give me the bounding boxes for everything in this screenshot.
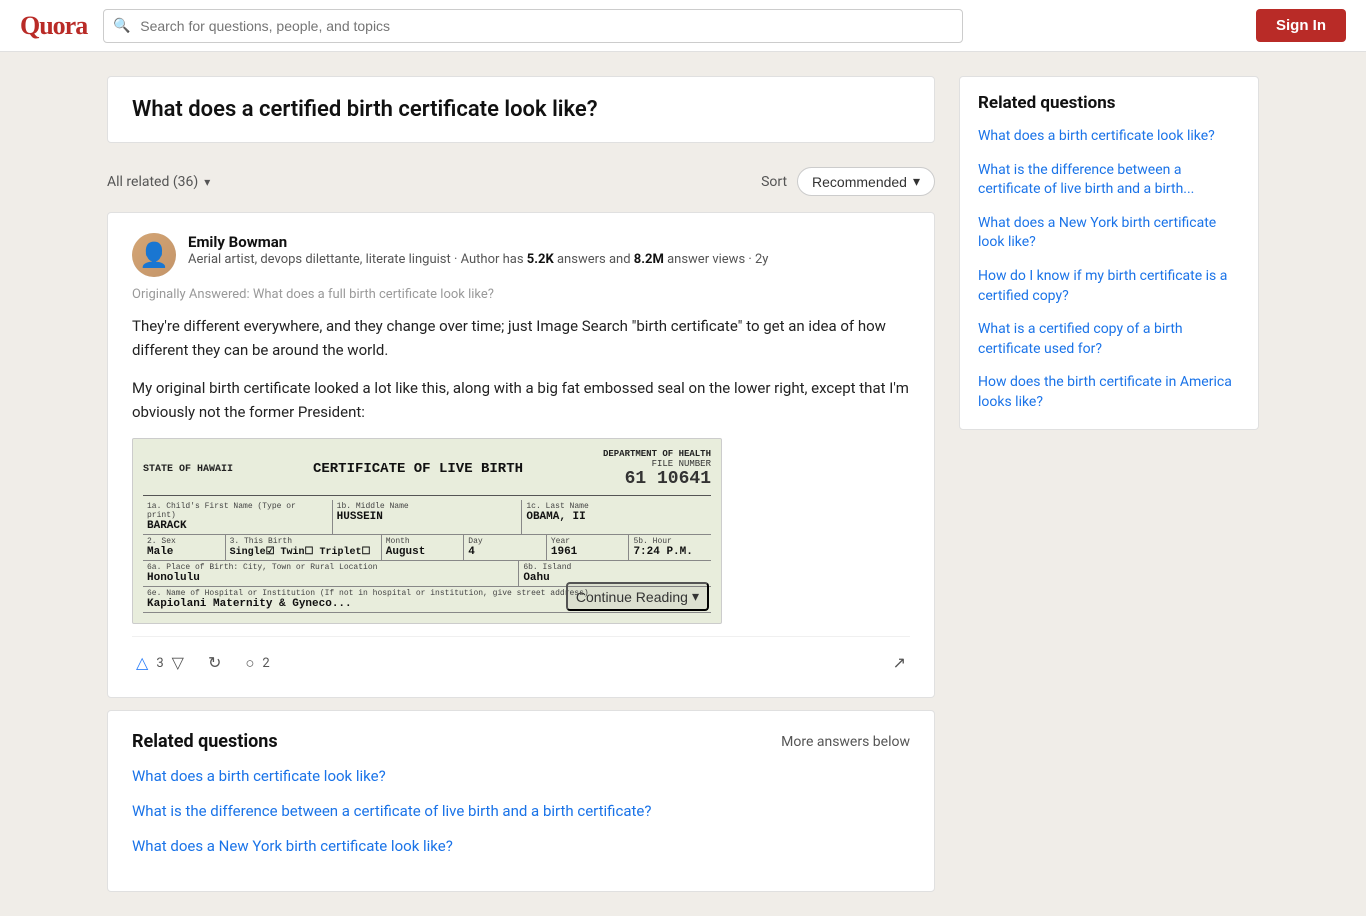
comment-count: 2	[262, 656, 269, 671]
filter-bar: All related (36) ▾ Sort Recommended ▾	[107, 155, 935, 208]
avatar	[132, 233, 176, 277]
author-bio: Aerial artist, devops dilettante, litera…	[188, 251, 910, 269]
sidebar-link-6[interactable]: How does the birth certificate in Americ…	[978, 373, 1240, 412]
cert-cell-city: 6a. Place of Birth: City, Town or Rural …	[143, 561, 519, 586]
recommended-label: Recommended	[812, 174, 907, 190]
related-inline-title: Related questions	[132, 731, 278, 752]
upvote-group: 3	[132, 649, 188, 677]
header: Quora 🔍 Sign In	[0, 0, 1366, 52]
search-bar-container: 🔍	[103, 9, 963, 43]
downvote-icon	[172, 653, 184, 673]
author-name[interactable]: Emily Bowman	[188, 233, 910, 251]
all-related-label[interactable]: All related (36)	[107, 174, 198, 190]
cert-dept-block: DEPARTMENT OF HEALTH FILE NUMBER 61 1064…	[603, 449, 711, 489]
sidebar: Related questions What does a birth cert…	[959, 76, 1259, 892]
repost-group	[204, 649, 225, 677]
sidebar-link-3[interactable]: What does a New York birth certificate l…	[978, 214, 1240, 253]
answer-count: 5.2K	[527, 252, 554, 267]
upvote-icon	[136, 653, 148, 673]
upvote-button[interactable]	[132, 649, 152, 677]
recommended-sort-button[interactable]: Recommended ▾	[797, 167, 935, 196]
related-inline-card: Related questions More answers below Wha…	[107, 710, 935, 892]
sort-label: Sort	[761, 174, 787, 190]
answer-text-1: They're different everywhere, and they c…	[132, 314, 910, 362]
chevron-down-icon: ▾	[913, 173, 920, 190]
continue-reading-button[interactable]: Continue Reading ▾	[566, 582, 709, 611]
comment-icon	[245, 655, 254, 672]
sidebar-link-4[interactable]: How do I know if my birth certificate is…	[978, 267, 1240, 306]
cert-cell-year: Year 1961	[547, 535, 630, 560]
cert-cell-day: Day 4	[464, 535, 547, 560]
cert-state: STATE OF HAWAII	[143, 464, 233, 475]
cert-cell-firstname: 1a. Child's First Name (Type or print) B…	[143, 500, 333, 534]
share-button[interactable]	[889, 649, 910, 677]
comment-button[interactable]	[241, 651, 258, 676]
question-box: What does a certified birth certificate …	[107, 76, 935, 143]
header-right: Sign In	[1256, 9, 1346, 42]
cert-row-2: 2. Sex Male 3. This Birth Single☑ Twin☐ …	[143, 535, 711, 561]
related-inline-link-2[interactable]: What is the difference between a certifi…	[132, 801, 910, 822]
author-info: Emily Bowman Aerial artist, devops dilet…	[188, 233, 910, 269]
cert-dept: DEPARTMENT OF HEALTH	[603, 449, 711, 459]
related-inline-link-3[interactable]: What does a New York birth certificate l…	[132, 836, 910, 857]
quora-logo: Quora	[20, 11, 87, 41]
search-input[interactable]	[103, 9, 963, 43]
views-count: 8.2M	[634, 252, 664, 267]
upvote-count: 3	[156, 656, 163, 671]
sidebar-heading: Related questions	[978, 93, 1240, 113]
question-title: What does a certified birth certificate …	[132, 97, 910, 122]
filter-right: Sort Recommended ▾	[761, 167, 935, 196]
sidebar-link-2[interactable]: What is the difference between a certifi…	[978, 161, 1240, 200]
related-inline-link-1[interactable]: What does a birth certificate look like?	[132, 766, 910, 787]
birth-certificate-image: STATE OF HAWAII CERTIFICATE OF LIVE BIRT…	[132, 438, 722, 624]
sign-in-button[interactable]: Sign In	[1256, 9, 1346, 42]
share-icon	[893, 653, 906, 673]
downvote-button[interactable]	[168, 649, 188, 677]
chevron-down-icon: ▾	[204, 175, 210, 189]
sidebar-card: Related questions What does a birth cert…	[959, 76, 1259, 430]
cert-cell-month: Month August	[382, 535, 465, 560]
cert-title-block: CERTIFICATE OF LIVE BIRTH	[233, 461, 603, 477]
repost-button[interactable]	[204, 649, 225, 677]
answer-text-2: My original birth certificate looked a l…	[132, 376, 910, 424]
author-row: Emily Bowman Aerial artist, devops dilet…	[132, 233, 910, 277]
cert-file-label: FILE NUMBER 61 10641	[603, 459, 711, 489]
chevron-down-icon: ▾	[692, 588, 699, 605]
cert-cell-middlename: 1b. Middle Name HUSSEIN	[333, 500, 523, 534]
repost-icon	[208, 653, 221, 673]
comment-group: 2	[241, 651, 269, 676]
more-answers-label: More answers below	[781, 734, 910, 750]
cert-cell-lastname: 1c. Last Name OBAMA, II	[522, 500, 711, 534]
cert-cell-sex: 2. Sex Male	[143, 535, 226, 560]
related-inline-header: Related questions More answers below	[132, 731, 910, 752]
search-icon: 🔍	[113, 18, 130, 34]
filter-left: All related (36) ▾	[107, 174, 210, 190]
cert-cell-hour: 5b. Hour 7:24 P.M.	[629, 535, 711, 560]
answer-card: Emily Bowman Aerial artist, devops dilet…	[107, 212, 935, 698]
sidebar-link-5[interactable]: What is a certified copy of a birth cert…	[978, 320, 1240, 359]
cert-file-number: 61 10641	[625, 469, 711, 489]
cert-header: STATE OF HAWAII CERTIFICATE OF LIVE BIRT…	[143, 449, 711, 489]
sidebar-link-1[interactable]: What does a birth certificate look like?	[978, 127, 1240, 147]
originally-answered: Originally Answered: What does a full bi…	[132, 287, 910, 302]
cert-title: CERTIFICATE OF LIVE BIRTH	[233, 461, 603, 477]
content-area: What does a certified birth certificate …	[107, 76, 935, 892]
main-container: What does a certified birth certificate …	[83, 76, 1283, 892]
avatar-image	[132, 233, 176, 277]
cert-cell-birth-type: 3. This Birth Single☑ Twin☐ Triplet☐	[226, 535, 382, 560]
action-bar: 3 2	[132, 636, 910, 677]
cert-row-1: 1a. Child's First Name (Type or print) B…	[143, 500, 711, 535]
